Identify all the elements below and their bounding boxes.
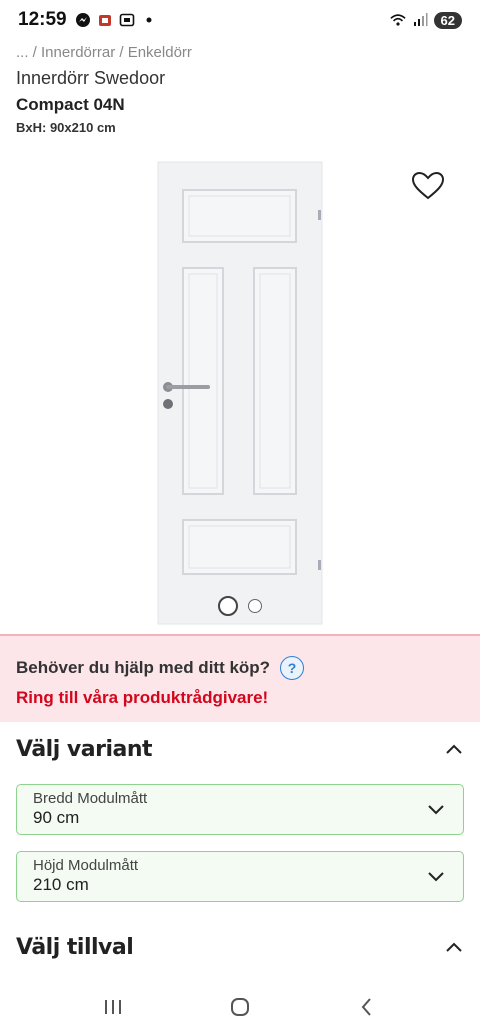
status-bar: 12:59 62: [0, 0, 480, 40]
variant-section-header[interactable]: Välj variant: [16, 737, 464, 762]
status-time: 12:59: [18, 9, 67, 30]
battery-indicator: 62: [433, 11, 462, 29]
chevron-up-icon: [446, 744, 462, 754]
product-dimensions: BxH: 90x210 cm: [16, 120, 116, 135]
app-notification-icon: [97, 12, 113, 28]
gallery-dot-1[interactable]: [218, 596, 238, 616]
question-icon[interactable]: ?: [280, 656, 305, 680]
width-select-label: Bredd Modulmått: [33, 790, 148, 807]
recent-apps-button[interactable]: [93, 989, 133, 1025]
favorite-button[interactable]: [410, 170, 446, 202]
help-title: Behöver du hjälp med ditt köp?: [16, 658, 271, 677]
heart-icon: [411, 171, 445, 200]
wifi-icon: [389, 12, 406, 28]
gallery-pagination: [0, 596, 480, 616]
height-select[interactable]: Höjd Modulmått 210 cm: [16, 851, 464, 902]
product-image-gallery[interactable]: [0, 150, 480, 630]
variant-section-title: Välj variant: [16, 737, 153, 762]
chevron-down-icon: [428, 872, 444, 882]
addon-section-header[interactable]: Välj tillval: [16, 935, 464, 960]
signal-icon: [412, 12, 428, 28]
addon-section-title: Välj tillval: [16, 935, 134, 960]
call-advisors-link[interactable]: Ring till våra produktrådgivare!: [16, 688, 464, 708]
width-select[interactable]: Bredd Modulmått 90 cm: [16, 784, 464, 835]
home-icon: [230, 998, 249, 1016]
height-select-label: Höjd Modulmått: [33, 857, 139, 874]
product-name: Compact 04N: [16, 95, 125, 114]
notification-icons: [75, 12, 157, 28]
system-icons: 62: [389, 11, 462, 29]
dot-icon: [141, 12, 157, 28]
chevron-down-icon: [428, 805, 444, 815]
chevron-up-icon: [446, 942, 462, 952]
home-button[interactable]: [220, 989, 260, 1025]
help-heading: Behöver du hjälp med ditt köp? ?: [16, 656, 464, 680]
breadcrumb[interactable]: ... / Innerdörrar / Enkeldörr: [16, 44, 192, 61]
screenshot-icon: [119, 12, 135, 28]
back-button[interactable]: [347, 989, 387, 1025]
recent-apps-icon: [105, 1000, 122, 1014]
door-image: [157, 161, 323, 625]
product-brand: Innerdörr Swedoor: [16, 68, 166, 88]
messenger-icon: [75, 12, 91, 28]
help-banner: Behöver du hjälp med ditt köp? ? Ring ti…: [0, 634, 480, 722]
back-icon: [361, 998, 371, 1016]
height-select-value: 210 cm: [33, 875, 89, 894]
gallery-dot-2[interactable]: [248, 599, 262, 613]
system-nav-bar: [0, 985, 480, 1029]
width-select-value: 90 cm: [33, 808, 80, 827]
